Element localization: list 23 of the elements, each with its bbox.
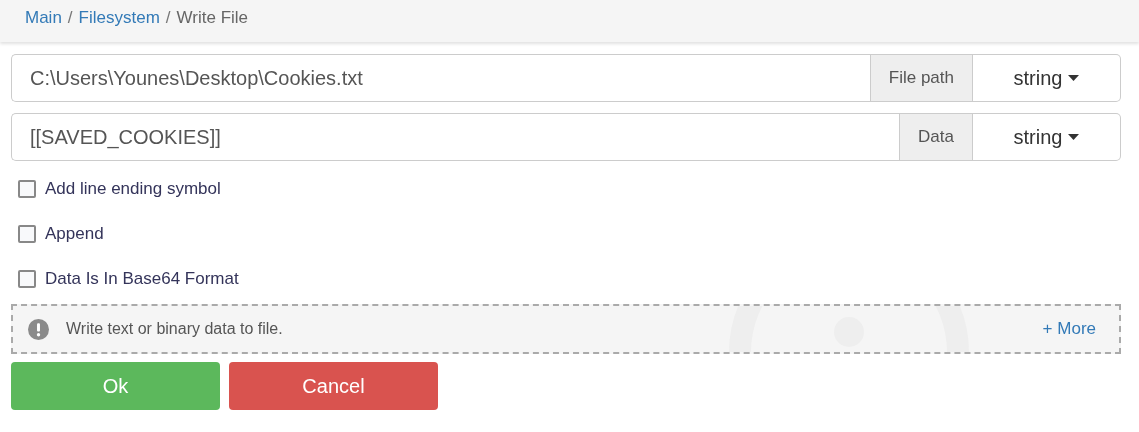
checkbox-label[interactable]: Append (45, 224, 104, 244)
breadcrumb-separator: / (67, 8, 73, 28)
text-field[interactable]: C:\Users\Younes\Desktop\Cookies.txt (11, 54, 870, 102)
breadcrumb-separator: / (165, 8, 171, 28)
checkbox-label[interactable]: Add line ending symbol (45, 179, 221, 199)
checkbox[interactable] (18, 225, 36, 243)
checkbox[interactable] (18, 270, 36, 288)
info-text: Write text or binary data to file. (66, 320, 283, 338)
cancel-button[interactable]: Cancel (229, 362, 438, 410)
breadcrumb-link[interactable]: Filesystem (78, 8, 160, 28)
text-field[interactable]: [[SAVED_COOKIES]] (11, 113, 900, 161)
caret-icon (1068, 134, 1080, 140)
breadcrumb-link[interactable]: Main (25, 8, 62, 28)
checkbox[interactable] (18, 180, 36, 198)
type-dropdown[interactable]: string (973, 54, 1121, 102)
breadcrumb-current: Write File (176, 8, 249, 28)
exclamation-icon (28, 318, 49, 340)
more-link[interactable]: + More (1042, 319, 1096, 339)
type-dropdown[interactable]: string (973, 113, 1121, 161)
checkbox-label[interactable]: Data Is In Base64 Format (45, 269, 239, 289)
caret-icon (1068, 75, 1080, 81)
field-label: File path (869, 54, 973, 102)
field-label: Data (899, 113, 973, 161)
